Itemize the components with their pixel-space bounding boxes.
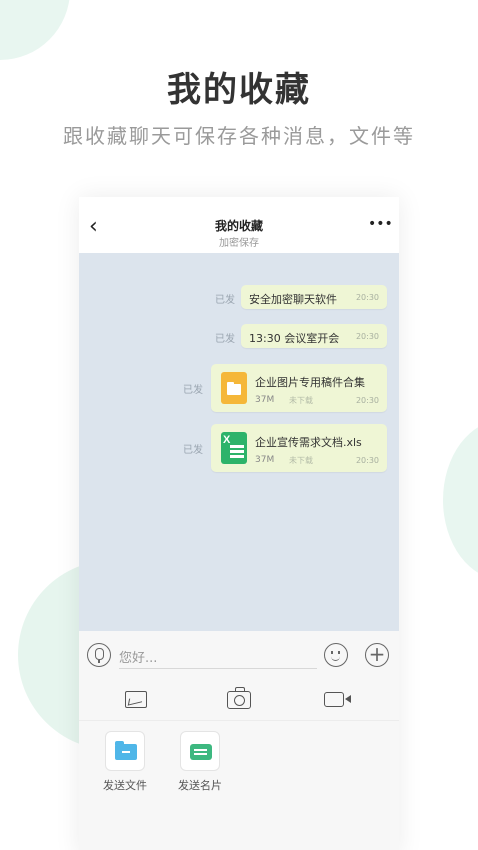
chat-area[interactable]: 已发 安全加密聊天软件 20:30 已发 13:30 会议室开会 20:30 已… bbox=[79, 253, 399, 631]
send-file-tile[interactable] bbox=[105, 731, 145, 771]
promo-page: 我的收藏 跟收藏聊天可保存各种消息，文件等 ‹ 我的收藏 加密保存 ••• 已发… bbox=[0, 0, 478, 850]
image-icon[interactable] bbox=[125, 691, 147, 708]
tools-panel: 发送文件 发送名片 bbox=[79, 721, 399, 850]
file-size: 37M bbox=[255, 395, 275, 405]
decorative-circle bbox=[443, 420, 478, 580]
phone-screen: ‹ 我的收藏 加密保存 ••• 已发 安全加密聊天软件 20:30 已发 13:… bbox=[79, 197, 399, 850]
sent-status: 已发 bbox=[183, 385, 203, 396]
message-text: 安全加密聊天软件 bbox=[249, 293, 337, 306]
sent-status: 已发 bbox=[183, 445, 203, 456]
file-name: 企业图片专用稿件合集 bbox=[255, 376, 365, 389]
folder-file-icon bbox=[221, 372, 247, 404]
message-bubble[interactable]: 13:30 会议室开会 20:30 bbox=[241, 324, 387, 348]
decorative-circle bbox=[0, 0, 70, 60]
file-name: 企业宣传需求文档.xls bbox=[255, 436, 362, 449]
chat-title: 我的收藏 bbox=[214, 219, 263, 233]
emoji-icon[interactable] bbox=[324, 643, 348, 667]
video-icon[interactable] bbox=[324, 692, 351, 707]
chat-header: ‹ 我的收藏 加密保存 ••• bbox=[79, 197, 399, 253]
file-size: 37M bbox=[255, 455, 275, 465]
folder-icon bbox=[115, 741, 137, 760]
microphone-icon[interactable] bbox=[87, 643, 111, 667]
send-file-label: 发送文件 bbox=[103, 779, 147, 792]
message-time: 20:30 bbox=[355, 332, 379, 341]
sent-status: 已发 bbox=[215, 295, 235, 306]
send-card-label: 发送名片 bbox=[178, 779, 222, 792]
media-toolbar bbox=[79, 679, 399, 721]
business-card-icon bbox=[190, 744, 212, 760]
send-card-button[interactable]: 发送名片 bbox=[172, 731, 228, 793]
file-time: 20:30 bbox=[355, 456, 379, 465]
plus-icon[interactable]: + bbox=[365, 643, 389, 667]
input-bar: 您好... + bbox=[79, 631, 399, 679]
excel-file-icon: X bbox=[221, 432, 247, 464]
file-bubble[interactable]: 企业图片专用稿件合集 37M 未下载 20:30 bbox=[211, 364, 387, 412]
chat-subtitle: 加密保存 bbox=[219, 238, 259, 249]
promo-subline: 跟收藏聊天可保存各种消息，文件等 bbox=[63, 124, 415, 148]
message-input[interactable]: 您好... bbox=[119, 643, 317, 669]
file-time: 20:30 bbox=[355, 396, 379, 405]
file-download-status: 未下载 bbox=[289, 396, 313, 405]
file-download-status: 未下载 bbox=[289, 456, 313, 465]
send-file-button[interactable]: 发送文件 bbox=[97, 731, 153, 793]
camera-icon[interactable] bbox=[227, 687, 251, 709]
promo-headline: 我的收藏 bbox=[167, 70, 311, 110]
more-dots-icon[interactable]: ••• bbox=[368, 217, 393, 233]
sent-status: 已发 bbox=[215, 334, 235, 345]
message-text: 13:30 会议室开会 bbox=[249, 332, 340, 345]
file-bubble[interactable]: X 企业宣传需求文档.xls 37M 未下载 20:30 bbox=[211, 424, 387, 472]
message-time: 20:30 bbox=[355, 293, 379, 302]
send-card-tile[interactable] bbox=[180, 731, 220, 771]
message-bubble[interactable]: 安全加密聊天软件 20:30 bbox=[241, 285, 387, 309]
